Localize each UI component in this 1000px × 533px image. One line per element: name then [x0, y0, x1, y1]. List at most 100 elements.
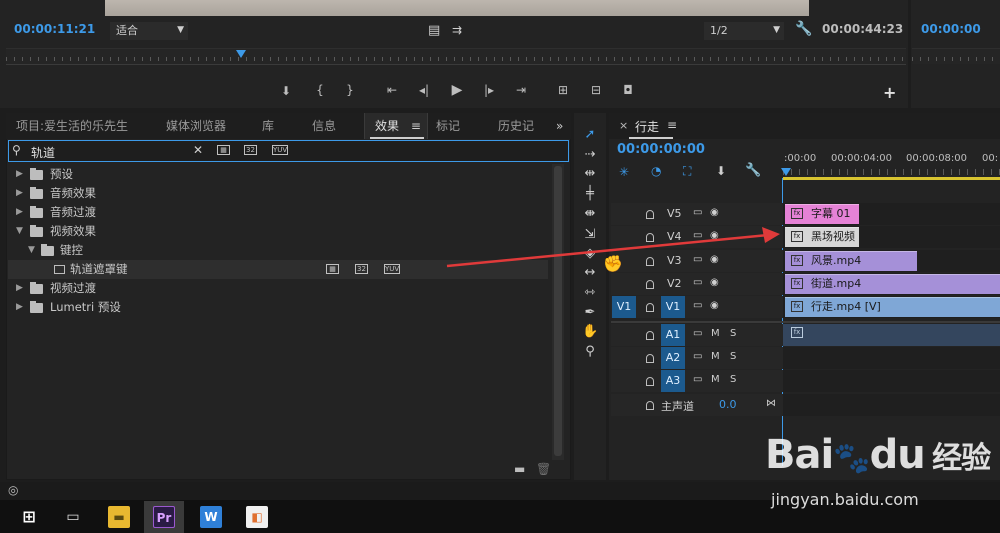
- mark-in-icon[interactable]: {: [311, 83, 329, 97]
- photo-viewer-icon[interactable]: ◧: [246, 506, 268, 528]
- pen-move-icon[interactable]: ⇿: [582, 286, 598, 300]
- eye-icon[interactable]: ◉: [710, 300, 719, 311]
- effects-search[interactable]: ⚲ 轨道 ✕ ▦ 32 YUV: [8, 140, 569, 162]
- program-ruler[interactable]: [912, 48, 1000, 64]
- track-header-master[interactable]: 主声道 0.0 ⋈: [611, 394, 783, 416]
- ripple-edit-icon[interactable]: ⇹: [582, 167, 598, 181]
- solo-button[interactable]: S: [730, 351, 736, 362]
- play-icon[interactable]: ▶: [448, 82, 466, 98]
- chevron-down-icon[interactable]: ▼: [28, 241, 35, 260]
- step-back-icon[interactable]: ◂|: [415, 83, 433, 97]
- mute-button[interactable]: M: [711, 374, 720, 385]
- clip-walking[interactable]: fx 行走.mp4 [V]: [785, 297, 1000, 317]
- track-target-a1[interactable]: A1: [661, 324, 685, 346]
- source-timecode[interactable]: 00:00:11:21: [14, 22, 95, 36]
- tree-item-presets[interactable]: ▶ 预设: [8, 165, 548, 184]
- close-icon[interactable]: ×: [619, 119, 628, 132]
- track-lane-master[interactable]: [783, 394, 1000, 416]
- source-patch-v1[interactable]: V1: [612, 296, 636, 318]
- premiere-pro-icon[interactable]: Pr: [153, 506, 175, 528]
- sync-lock-icon[interactable]: ▭: [693, 300, 702, 311]
- sync-lock-icon[interactable]: ▭: [693, 374, 702, 385]
- go-to-out-icon[interactable]: ⇥: [512, 83, 530, 97]
- export-frame-icon[interactable]: ⇉: [452, 23, 462, 37]
- new-bin-icon[interactable]: ▬: [514, 462, 525, 476]
- track-target-a3[interactable]: A3: [661, 370, 685, 392]
- lock-icon[interactable]: [646, 280, 654, 289]
- track-lane-a3[interactable]: [783, 370, 1000, 392]
- chevron-right-icon[interactable]: ▶: [16, 184, 23, 203]
- clear-search-icon[interactable]: ✕: [193, 143, 203, 157]
- mute-button[interactable]: M: [711, 351, 720, 362]
- tab-media-browser[interactable]: 媒体浏览器: [166, 113, 226, 139]
- program-timecode[interactable]: 00:00:00: [921, 22, 981, 36]
- timeline-playhead[interactable]: [781, 168, 791, 176]
- chevron-right-icon[interactable]: ▶: [16, 279, 23, 298]
- rate-stretch-icon[interactable]: ⇼: [582, 207, 598, 221]
- clip-scenery[interactable]: fx 风景.mp4: [785, 251, 917, 271]
- film-settings-icon[interactable]: ▤: [428, 23, 440, 38]
- fit-dropdown[interactable]: 适合 ▼: [110, 22, 188, 40]
- step-forward-icon[interactable]: |▸: [480, 83, 498, 97]
- nest-icon[interactable]: ✳: [619, 165, 629, 179]
- menu-icon[interactable]: ≡: [667, 118, 677, 132]
- tab-history[interactable]: 历史记: [498, 113, 534, 139]
- chevron-down-icon[interactable]: ▼: [16, 222, 23, 241]
- wrench-icon[interactable]: 🔧: [745, 163, 761, 178]
- clip-street[interactable]: fx 街道.mp4: [785, 274, 1000, 294]
- mark-out-icon[interactable]: }: [341, 83, 359, 97]
- sequence-tab[interactable]: 行走: [635, 118, 659, 135]
- tab-info[interactable]: 信息: [312, 113, 336, 139]
- accelerated-effects-icon[interactable]: ▦: [217, 145, 230, 155]
- tab-markers[interactable]: 标记: [436, 113, 460, 139]
- tab-effects[interactable]: 效果 ≡: [364, 113, 428, 139]
- timeline-timecode[interactable]: 00:00:00:00: [617, 142, 705, 157]
- chevron-right-icon[interactable]: ▶: [16, 165, 23, 184]
- tab-project[interactable]: 项目:爱生活的乐先生: [16, 113, 128, 139]
- sync-lock-icon[interactable]: ▭: [693, 207, 702, 218]
- tree-item-audio-effects[interactable]: ▶ 音频效果: [8, 184, 548, 203]
- tab-library[interactable]: 库: [262, 113, 274, 139]
- lock-icon[interactable]: [646, 377, 654, 386]
- hand-icon[interactable]: ✋: [582, 325, 598, 339]
- go-to-in-icon[interactable]: ⇤: [383, 83, 401, 97]
- track-lane-a1[interactable]: fx: [783, 324, 1000, 346]
- add-button-icon[interactable]: +: [883, 83, 896, 102]
- windows-start-icon[interactable]: ⊞: [18, 506, 40, 528]
- track-header-a2[interactable]: A2 ▭ M S: [611, 347, 783, 369]
- camera-icon[interactable]: ◘: [619, 83, 637, 97]
- master-options-icon[interactable]: ⋈: [766, 398, 776, 409]
- timeline-ruler[interactable]: :00:00 00:00:04:00 00:00:08:00 00:: [783, 151, 1000, 177]
- rolling-edit-icon[interactable]: ╪: [582, 187, 598, 201]
- lock-icon[interactable]: [646, 303, 654, 312]
- task-view-icon[interactable]: ▭: [62, 506, 84, 528]
- solo-button[interactable]: S: [730, 374, 736, 385]
- 32bit-effects-icon[interactable]: 32: [244, 145, 257, 155]
- master-volume[interactable]: 0.0: [719, 398, 737, 411]
- mute-button[interactable]: M: [711, 328, 720, 339]
- overwrite-icon[interactable]: ⊟: [587, 83, 605, 97]
- lock-icon[interactable]: [646, 331, 654, 340]
- track-target-a2[interactable]: A2: [661, 347, 685, 369]
- effects-scroll-thumb[interactable]: [554, 166, 562, 456]
- track-header-a1[interactable]: A1 ▭ M S: [611, 324, 783, 346]
- solo-button[interactable]: S: [730, 328, 736, 339]
- work-area-bar[interactable]: [783, 177, 1000, 180]
- resolution-dropdown[interactable]: 1/2 ▼: [704, 22, 784, 40]
- menu-icon[interactable]: ≡: [411, 119, 421, 133]
- track-target-v1[interactable]: V1: [661, 296, 685, 318]
- search-input[interactable]: 轨道: [31, 144, 55, 161]
- snap-icon[interactable]: ◔: [651, 164, 661, 178]
- render-status-icon[interactable]: ◎: [8, 483, 18, 497]
- wps-office-icon[interactable]: W: [200, 506, 222, 528]
- file-explorer-icon[interactable]: ▬: [108, 506, 130, 528]
- chevron-right-icon[interactable]: ▶: [16, 203, 23, 222]
- yuv-effects-icon[interactable]: YUV: [272, 145, 288, 155]
- zoom-icon[interactable]: ⚲: [582, 345, 598, 359]
- playhead-marker[interactable]: [236, 50, 246, 58]
- more-tabs-icon[interactable]: »: [556, 113, 563, 139]
- lock-icon[interactable]: [646, 354, 654, 363]
- lock-icon[interactable]: [646, 401, 654, 410]
- track-header-v1[interactable]: V1 V1 ▭ ◉: [611, 296, 783, 318]
- chevron-right-icon[interactable]: ▶: [16, 298, 23, 317]
